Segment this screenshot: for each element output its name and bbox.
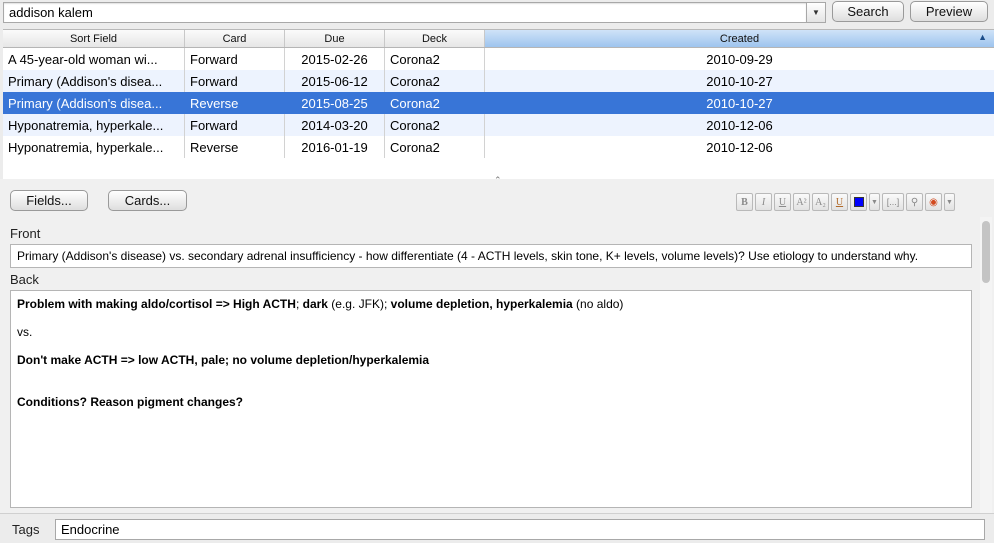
cell-due: 2015-02-26 [285, 48, 385, 70]
cell-sort-field: Primary (Addison's disea... [3, 92, 185, 114]
clear-format-icon: U [835, 196, 844, 208]
bold-icon: B [741, 196, 748, 208]
cell-created: 2010-10-27 [706, 95, 773, 111]
cell-created: 2010-12-06 [706, 117, 773, 133]
back-text: vs. [17, 325, 33, 339]
tags-label: Tags [12, 522, 40, 537]
front-field-label: Front [10, 226, 41, 241]
cell-sort-field: A 45-year-old woman wi... [3, 48, 185, 70]
underline-button[interactable]: U [774, 193, 791, 211]
back-field-label: Back [10, 272, 39, 287]
cell-card: Reverse [185, 136, 285, 158]
table-row[interactable]: Primary (Addison's disea... Forward 2015… [3, 70, 994, 92]
cell-deck: Corona2 [385, 114, 485, 136]
back-text: ; [295, 297, 303, 311]
more-options-dropdown[interactable]: ▼ [944, 193, 955, 211]
cards-table: Sort Field Card Due Deck Created ▲ A 45-… [3, 29, 994, 179]
back-text: (e.g. JFK); [327, 297, 391, 311]
paperclip-icon: ⚲ [910, 196, 919, 208]
tags-input[interactable] [55, 519, 985, 540]
back-text: (no aldo) [572, 297, 624, 311]
cell-card: Reverse [185, 92, 285, 114]
table-row-selected[interactable]: Primary (Addison's disea... Reverse 2015… [3, 92, 994, 114]
text-color-button[interactable] [850, 193, 867, 211]
cards-button[interactable]: Cards... [108, 190, 187, 211]
cell-card: Forward [185, 114, 285, 136]
superscript-button[interactable]: A² [793, 193, 810, 211]
sort-ascending-icon: ▲ [978, 32, 987, 42]
search-input[interactable] [3, 2, 807, 23]
color-swatch-icon [853, 197, 864, 207]
back-text-bold: volume depletion, hyperkalemia [390, 297, 573, 311]
column-header-created[interactable]: Created ▲ [485, 30, 994, 47]
cell-created: 2010-09-29 [706, 51, 773, 67]
italic-button[interactable]: I [755, 193, 772, 211]
clear-format-button[interactable]: U [831, 193, 848, 211]
text-color-dropdown[interactable]: ▼ [869, 193, 880, 211]
bold-button[interactable]: B [736, 193, 753, 211]
search-button[interactable]: Search [832, 1, 904, 22]
attach-button[interactable]: ⚲ [906, 193, 923, 211]
cell-due: 2016-01-19 [285, 136, 385, 158]
editor-scrollbar[interactable] [980, 217, 992, 513]
column-header-sort-field[interactable]: Sort Field [3, 30, 185, 47]
column-header-deck[interactable]: Deck [385, 30, 485, 47]
cell-deck: Corona2 [385, 136, 485, 158]
subscript-icon: A₂ [815, 196, 826, 208]
cell-card: Forward [185, 70, 285, 92]
fields-button[interactable]: Fields... [10, 190, 88, 211]
front-field-editor[interactable]: Primary (Addison's disease) vs. secondar… [10, 244, 972, 268]
search-bar: ▼ Search Preview [0, 0, 994, 27]
table-row[interactable]: Hyponatremia, hyperkale... Reverse 2016-… [3, 136, 994, 158]
cell-due: 2014-03-20 [285, 114, 385, 136]
cell-created: 2010-12-06 [706, 139, 773, 155]
table-header: Sort Field Card Due Deck Created ▲ [3, 30, 994, 48]
chevron-down-icon: ▼ [946, 198, 953, 206]
cell-deck: Corona2 [385, 70, 485, 92]
italic-icon: I [761, 196, 766, 208]
cell-card: Forward [185, 48, 285, 70]
back-field-editor[interactable]: Problem with making aldo/cortisol => Hig… [10, 290, 972, 508]
table-row[interactable]: Hyponatremia, hyperkale... Forward 2014-… [3, 114, 994, 136]
column-header-due[interactable]: Due [285, 30, 385, 47]
scrollbar-thumb[interactable] [982, 221, 990, 283]
back-text-bold: Don't make ACTH => low ACTH, pale; no vo… [17, 353, 430, 367]
cell-deck: Corona2 [385, 48, 485, 70]
search-history-dropdown[interactable]: ▼ [807, 2, 826, 23]
formatting-toolbar: B I U A² A₂ U ▼ [...] ⚲ ◉ ▼ [736, 193, 955, 211]
record-icon: ◉ [929, 196, 938, 208]
record-audio-button[interactable]: ◉ [925, 193, 942, 211]
back-text-bold: Conditions? Reason pigment changes? [17, 395, 244, 409]
column-header-label: Created [719, 32, 760, 45]
superscript-icon: A² [796, 196, 807, 208]
back-text-bold: dark [302, 297, 328, 311]
underline-icon: U [778, 196, 787, 208]
cell-deck: Corona2 [385, 92, 485, 114]
cell-created: 2010-10-27 [706, 73, 773, 89]
cell-sort-field: Hyponatremia, hyperkale... [3, 114, 185, 136]
preview-button[interactable]: Preview [910, 1, 988, 22]
column-header-card[interactable]: Card [185, 30, 285, 47]
cell-sort-field: Primary (Addison's disea... [3, 70, 185, 92]
cell-due: 2015-06-12 [285, 70, 385, 92]
cell-sort-field: Hyponatremia, hyperkale... [3, 136, 185, 158]
back-text-bold: Problem with making aldo/cortisol => Hig… [17, 297, 296, 311]
table-row[interactable]: A 45-year-old woman wi... Forward 2015-0… [3, 48, 994, 70]
tags-bar: Tags [0, 513, 994, 543]
cloze-icon: [...] [886, 197, 900, 207]
subscript-button[interactable]: A₂ [812, 193, 829, 211]
cloze-button[interactable]: [...] [882, 193, 904, 211]
chevron-down-icon: ▼ [812, 8, 820, 17]
cell-due: 2015-08-25 [285, 92, 385, 114]
chevron-down-icon: ▼ [871, 198, 878, 206]
